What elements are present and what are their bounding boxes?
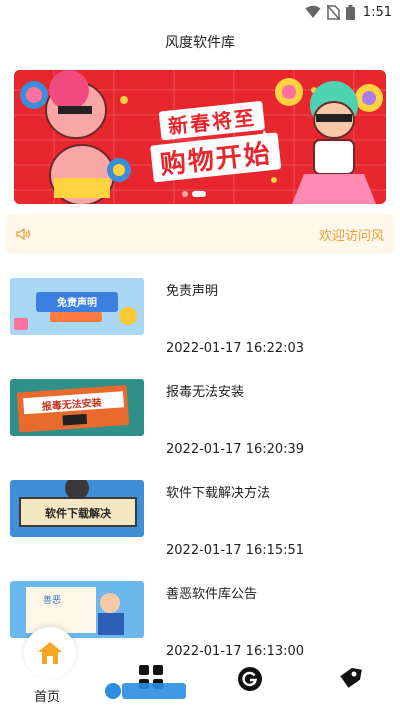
article-thumbnail: 软件下载解决 [10, 480, 144, 537]
article-title: 软件下载解决方法 [166, 486, 271, 501]
no-sim-icon [326, 4, 340, 20]
status-time: 1:51 [362, 4, 392, 20]
article-title: 免责声明 [166, 284, 219, 299]
g-logo-icon[interactable] [237, 666, 263, 692]
list-item[interactable]: 软件下载解决 软件下载解决方法 2022-01-17 16:15:51 [10, 478, 390, 579]
pagination-dot-active[interactable] [192, 191, 206, 197]
article-thumbnail: 报毒无法安装 [10, 379, 144, 436]
list-item[interactable]: 报毒无法安装 报毒无法安装 2022-01-17 16:20:39 [10, 377, 390, 478]
article-list: 免责声明 免责声明 2022-01-17 16:22:03 报毒无法安装 报毒无… [10, 276, 390, 680]
list-item[interactable]: 免责声明 免责声明 2022-01-17 16:22:03 [10, 276, 390, 377]
banner-pagination [182, 191, 206, 197]
tag-icon[interactable] [338, 666, 364, 692]
article-date: 2022-01-17 16:13:00 [166, 644, 305, 659]
page-title: 风度软件库 [165, 35, 235, 51]
thumb-text: 免责声明 [57, 296, 97, 309]
thumb-text: 软件下载解决 [45, 506, 112, 520]
battery-icon [345, 4, 355, 20]
tab-home-label[interactable]: 首页 [34, 686, 60, 705]
article-date: 2022-01-17 16:15:51 [166, 543, 305, 558]
speaker-icon [16, 227, 31, 241]
article-date: 2022-01-17 16:20:39 [166, 442, 305, 457]
article-date: 2022-01-17 16:22:03 [166, 341, 305, 356]
article-title: 善恶软件库公告 [166, 587, 258, 602]
article-title: 报毒无法安装 [166, 385, 245, 400]
app-screen: 1:51 风度软件库 新春将至 购物开始 欢迎访问风 免责声明 免责声明 202… [0, 0, 400, 711]
tab-home[interactable] [24, 627, 76, 679]
app-bar: 风度软件库 [0, 24, 400, 60]
article-thumbnail: 免责声明 [10, 278, 144, 335]
home-icon [38, 642, 62, 664]
thumb-text: 善恶 [43, 594, 61, 606]
watermark-logo [105, 683, 186, 699]
wifi-icon [305, 5, 321, 18]
notice-bar[interactable]: 欢迎访问风 [6, 214, 394, 254]
promo-banner[interactable]: 新春将至 购物开始 [14, 70, 386, 204]
pagination-dot[interactable] [182, 191, 188, 197]
article-thumbnail: 善恶 [10, 581, 144, 638]
status-bar: 1:51 [0, 0, 400, 24]
notice-text: 欢迎访问风 [318, 228, 384, 244]
